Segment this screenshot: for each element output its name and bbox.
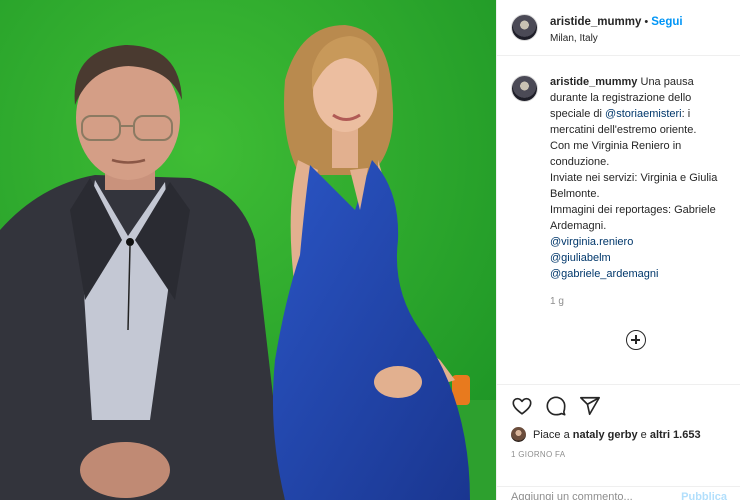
username-link[interactable]: aristide_mummy <box>550 16 641 28</box>
mention-storiaemisteri[interactable]: @storiaemisteri <box>605 108 682 120</box>
mention-virginia-reniero[interactable]: @virginia.reniero <box>550 234 731 250</box>
post-actions: Piace a nataly gerby e altri 1.653 1 GIO… <box>497 384 740 459</box>
comment-bar: Aggiungi un commento... Pubblica <box>497 486 740 500</box>
avatar[interactable] <box>511 14 538 41</box>
caption-text-5: Immagini dei reportages: Gabriele Ardema… <box>550 204 716 232</box>
liker-username[interactable]: nataly gerby <box>573 429 638 441</box>
share-icon[interactable] <box>579 395 601 417</box>
action-icons <box>511 393 727 419</box>
likes-prefix: Piace a <box>533 428 570 441</box>
posted-ago: 1 GIORNO FA <box>511 450 566 459</box>
heart-icon[interactable] <box>511 395 533 417</box>
likes-count[interactable]: altri 1.653 <box>650 429 701 441</box>
caption-text-4: Inviate nei servizi: Virginia e Giulia B… <box>550 172 718 200</box>
caption: aristide_mummy Una pausa durante la regi… <box>511 74 731 282</box>
post-header: aristide_mummy • Segui Milan, Italy <box>497 0 740 56</box>
likes-middle: e <box>640 428 647 441</box>
liker-avatar[interactable] <box>511 427 526 442</box>
post-header-meta: aristide_mummy • Segui Milan, Italy <box>550 12 683 44</box>
comment-icon[interactable] <box>545 395 567 417</box>
avatar[interactable] <box>511 75 538 102</box>
location-link[interactable]: Milan, Italy <box>550 33 683 44</box>
caption-username[interactable]: aristide_mummy <box>550 76 637 88</box>
caption-text-3: Con me Virginia Reniero in conduzione. <box>550 140 682 168</box>
mention-gabriele-ardemagni[interactable]: @gabriele_ardemagni <box>550 266 731 282</box>
separator-dot: • <box>644 15 649 28</box>
mention-giuliabelm[interactable]: @giuliabelm <box>550 250 731 266</box>
post-photo[interactable] <box>0 0 496 500</box>
comments-area: aristide_mummy Una pausa durante la regi… <box>497 56 740 382</box>
post-side-panel: aristide_mummy • Segui Milan, Italy aristi… <box>496 0 740 500</box>
comment-input[interactable]: Aggiungi un commento... <box>511 491 633 500</box>
caption-text: aristide_mummy Una pausa durante la regi… <box>550 74 731 282</box>
follow-button[interactable]: Segui <box>651 16 682 28</box>
caption-time: 1 g <box>550 296 564 307</box>
add-icon[interactable] <box>626 330 646 350</box>
publish-button[interactable]: Pubblica <box>681 491 727 500</box>
photo-illustration <box>0 0 496 500</box>
likes-line: Piace a nataly gerby e altri 1.653 <box>511 427 727 442</box>
